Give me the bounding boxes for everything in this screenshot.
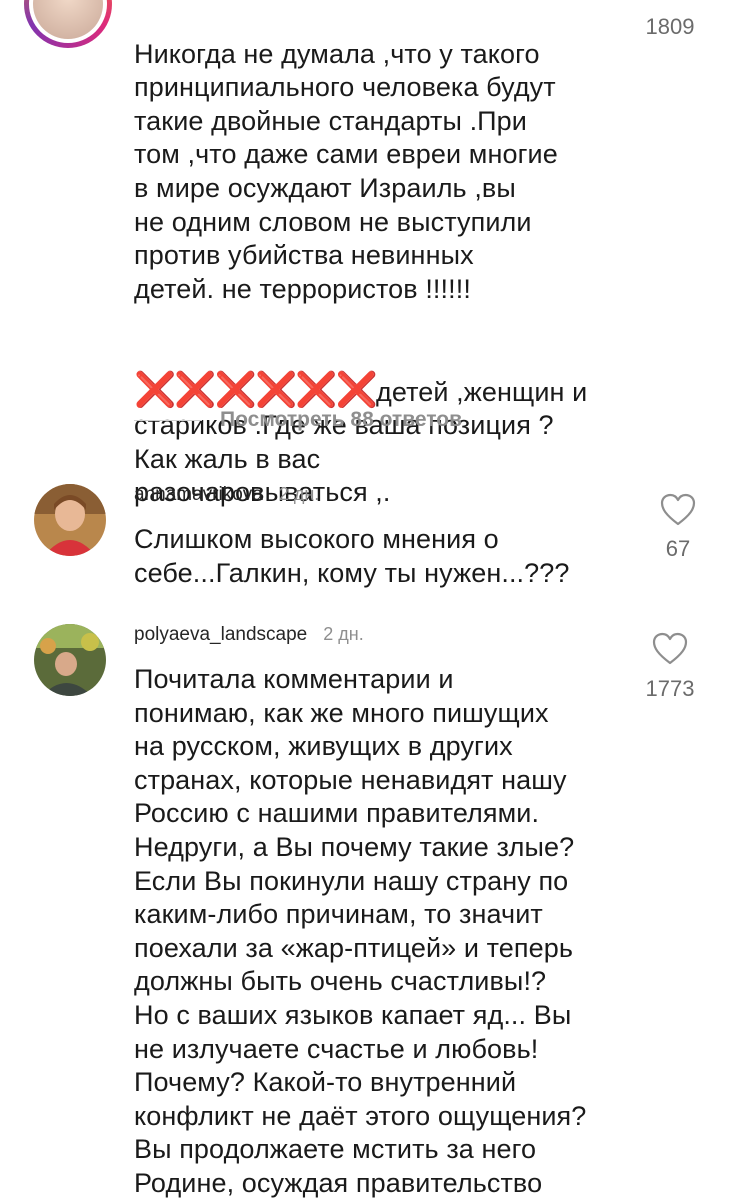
avatar[interactable] [34, 624, 106, 696]
comment-text-part1: Никогда не думала ,что у такого принципи… [134, 38, 558, 304]
username-row: polyaeva_landscape 2 дн. [134, 624, 364, 646]
timestamp: 2 дн. [278, 484, 320, 504]
comment-text: Слишком высокого мнения о себе...Галкин,… [134, 524, 570, 588]
timestamp: 2 дн. [323, 624, 364, 644]
avatar[interactable] [34, 484, 106, 556]
view-replies-button[interactable]: Посмотреть 88 ответов [134, 408, 462, 432]
avatar[interactable] [24, 0, 112, 48]
comment-text: Никогда не думала ,что у такого принципи… [134, 4, 624, 510]
like-count: 1773 [645, 676, 695, 701]
heart-icon[interactable] [652, 632, 688, 666]
username-row: annamavrikova 2 дн. [134, 484, 319, 506]
like-count: 67 [665, 536, 691, 561]
username[interactable]: polyaeva_landscape [134, 624, 307, 646]
heart-icon[interactable] [660, 493, 696, 527]
view-replies-label: Посмотреть 88 ответов [220, 408, 462, 431]
username[interactable]: annamavrikova [134, 484, 263, 506]
replies-divider [134, 419, 202, 421]
like-count: 1809 [645, 14, 695, 39]
cross-emoji-icon: ❌❌❌❌❌❌ [134, 370, 378, 409]
comment-text: Почитала комментарии и понимаю, как же м… [134, 664, 587, 1198]
